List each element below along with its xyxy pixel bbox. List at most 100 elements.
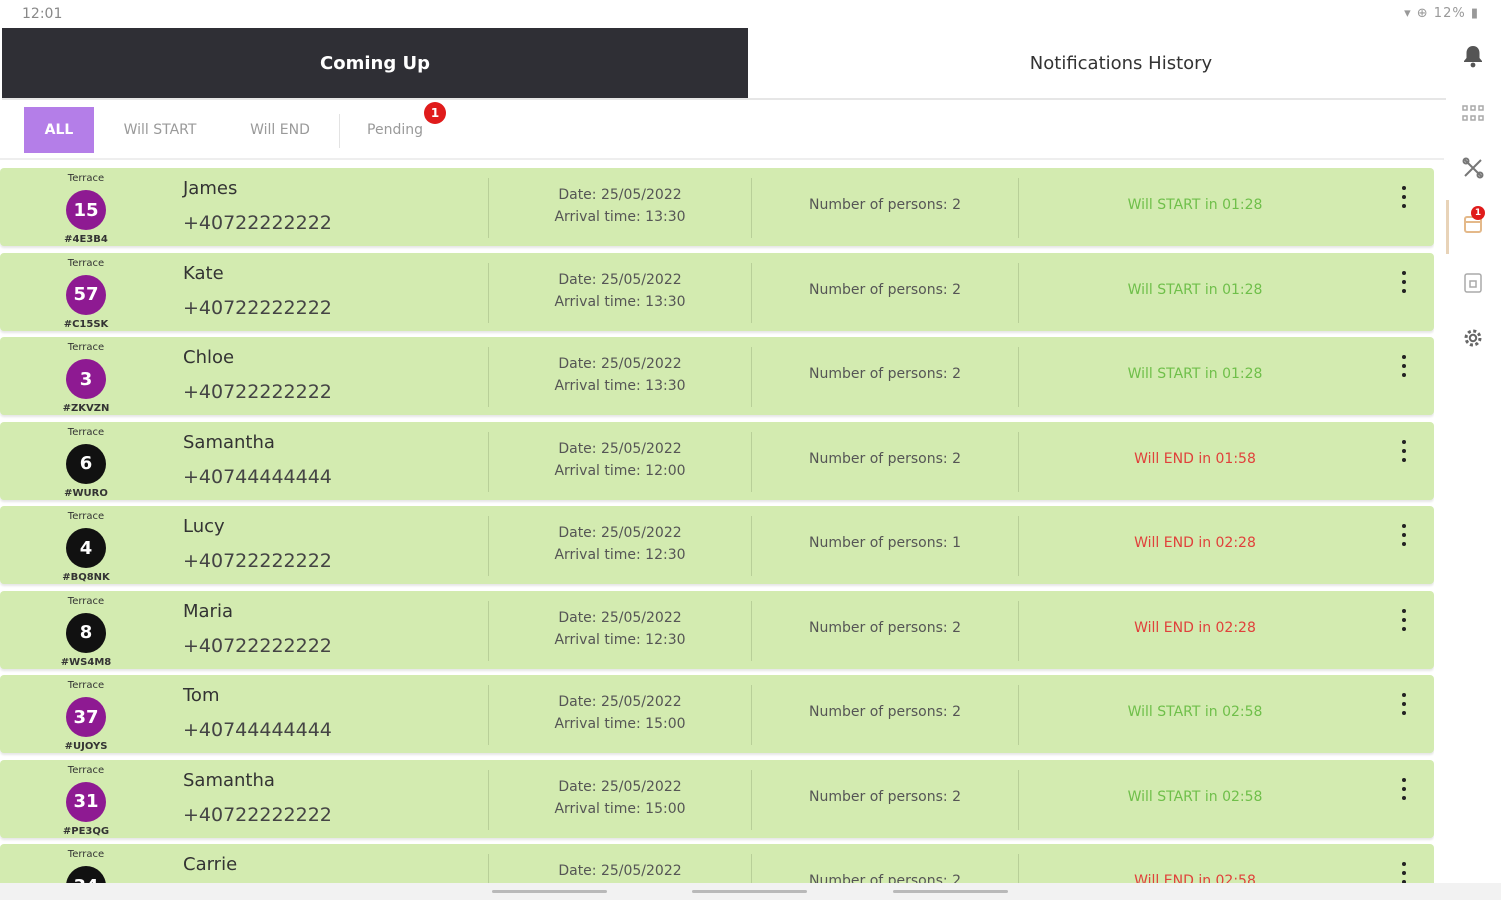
guest-phone: +40722222222 xyxy=(183,550,332,572)
table-number-badge: 37 xyxy=(66,697,106,737)
settings-icon[interactable] xyxy=(1459,324,1487,352)
reservation-date: Date: 25/05/2022 xyxy=(558,778,682,795)
table-number-badge: 34 xyxy=(66,866,106,883)
reservation-row[interactable]: Terrace 34 Carrie Date: 25/05/2022 Number of… xyxy=(0,844,1434,883)
arrival-time: Arrival time: 13:30 xyxy=(554,378,686,394)
more-options-icon[interactable] xyxy=(1392,520,1416,550)
status-bar: 12:01 ▾ ⊕ 12% ▮ xyxy=(0,0,1501,28)
guest-phone: +40722222222 xyxy=(183,212,332,234)
arrival-time: Arrival time: 12:00 xyxy=(554,462,686,479)
status-indicators: ▾ ⊕ 12% ▮ xyxy=(1404,6,1479,21)
filter-all[interactable]: ALL xyxy=(24,107,94,153)
table-number-badge: 6 xyxy=(66,443,106,484)
persons-count: Number of persons: 2 xyxy=(809,366,961,382)
guest-name: Chloe xyxy=(183,347,235,368)
more-options-icon[interactable] xyxy=(1392,605,1416,635)
nav-pill-left[interactable] xyxy=(492,890,607,893)
guest-phone: +40744444444 xyxy=(183,465,332,488)
reservation-code: #C15SK xyxy=(63,318,109,330)
reservation-row[interactable]: Terrace 6 #WURO Samantha +40744444444 Date: 2… xyxy=(0,421,1434,500)
bell-icon[interactable] xyxy=(1459,42,1487,70)
reservation-row[interactable]: Terrace 57 #C15SK Kate +40722222222 Date: 25/… xyxy=(0,252,1434,331)
arrival-time: Arrival time: 13:30 xyxy=(554,209,686,225)
table-number-badge: 3 xyxy=(66,359,106,399)
guest-name: Lucy xyxy=(183,516,225,537)
nav-pill-center[interactable] xyxy=(692,890,807,893)
status-countdown: Will END in 01:58 xyxy=(1134,450,1256,467)
floor-plan-icon[interactable] xyxy=(1459,100,1487,128)
persons-count: Number of persons: 1 xyxy=(809,535,961,551)
status-countdown: Will END in 02:28 xyxy=(1134,619,1256,636)
table-number-badge: 31 xyxy=(66,781,106,822)
reservation-code: #ZKVZN xyxy=(62,403,110,414)
persons-count: Number of persons: 2 xyxy=(809,450,961,467)
tab-coming-up[interactable]: Coming Up xyxy=(2,28,748,98)
persons-count: Number of persons: 2 xyxy=(809,197,961,213)
filter-will-start[interactable]: Will START xyxy=(104,107,216,153)
status-countdown: Will START in 01:28 xyxy=(1127,366,1263,382)
table-number-badge: 15 xyxy=(66,190,106,230)
reservation-code: #WURO xyxy=(64,487,108,499)
status-countdown: Will START in 02:58 xyxy=(1127,788,1263,805)
system-nav-bar xyxy=(0,883,1501,900)
filter-bar: ALL Will START Will END Pending xyxy=(0,100,1444,160)
table-number-badge: 57 xyxy=(66,274,106,315)
reservation-row[interactable]: Terrace 4 #BQ8NK Lucy +40722222222 Date: 25/0… xyxy=(0,506,1434,584)
reservation-row[interactable]: Terrace 8 #WS4M8 Maria +40722222222 Date: 25/… xyxy=(0,590,1434,669)
nav-pill-right[interactable] xyxy=(893,890,1008,893)
table-area-label: Terrace xyxy=(67,426,105,438)
more-options-icon[interactable] xyxy=(1392,267,1416,297)
pending-count-badge: 1 xyxy=(424,102,446,124)
reservation-date: Date: 25/05/2022 xyxy=(558,863,682,879)
guest-name: Samantha xyxy=(183,431,275,453)
more-options-icon[interactable] xyxy=(1392,436,1416,466)
reservation-date: Date: 25/05/2022 xyxy=(558,271,682,288)
guest-name: Carrie xyxy=(183,854,238,875)
reservation-date: Date: 25/05/2022 xyxy=(558,440,682,457)
reservation-row[interactable]: Terrace 15 #4E3B4 James +40722222222 Date: 25… xyxy=(0,168,1434,246)
reservation-list[interactable]: Terrace 15 #4E3B4 James +40722222222 Date: 25… xyxy=(0,166,1434,883)
table-area-label: Terrace xyxy=(67,173,105,184)
tab-notifications-history[interactable]: Notifications History xyxy=(748,28,1494,98)
reservation-row[interactable]: Terrace 3 #ZKVZN Chloe +40722222222 Date: 25/… xyxy=(0,337,1434,415)
right-sidebar: 1 xyxy=(1446,28,1501,883)
reservation-row[interactable]: Terrace 37 #UJOYS Tom +40744444444 Date: 25/0… xyxy=(0,675,1434,753)
table-area-label: Terrace xyxy=(67,511,105,522)
more-options-icon[interactable] xyxy=(1392,689,1416,719)
arrival-time: Arrival time: 15:00 xyxy=(554,716,686,732)
table-area-label: Terrace xyxy=(67,257,105,269)
more-options-icon[interactable] xyxy=(1392,351,1416,381)
top-tabs: Coming Up Notifications History xyxy=(2,28,1494,100)
reservations-badge: 1 xyxy=(1471,206,1485,220)
guest-name: Kate xyxy=(183,262,224,284)
calendar-icon[interactable] xyxy=(1459,268,1487,296)
guest-phone: +40722222222 xyxy=(183,296,332,319)
more-options-icon[interactable] xyxy=(1392,858,1416,883)
reservation-code: #UJOYS xyxy=(64,741,108,752)
tools-icon[interactable] xyxy=(1459,154,1487,182)
persons-count: Number of persons: 2 xyxy=(809,704,961,720)
reservation-date: Date: 25/05/2022 xyxy=(558,609,682,626)
table-area-label: Terrace xyxy=(67,680,105,691)
guest-name: James xyxy=(183,178,238,199)
table-area-label: Terrace xyxy=(67,849,105,860)
table-area-label: Terrace xyxy=(67,764,105,776)
arrival-time: Arrival time: 12:30 xyxy=(554,631,686,648)
persons-count: Number of persons: 2 xyxy=(809,873,961,883)
persons-count: Number of persons: 2 xyxy=(809,281,961,298)
filter-will-end[interactable]: Will END xyxy=(232,107,328,153)
persons-count: Number of persons: 2 xyxy=(809,788,961,805)
guest-phone: +40744444444 xyxy=(183,719,332,741)
reservation-row[interactable]: Terrace 31 #PE3QG Samantha +40722222222 Date:… xyxy=(0,759,1434,838)
reservation-code: #WS4M8 xyxy=(60,656,112,668)
status-countdown: Will END in 02:58 xyxy=(1134,873,1256,883)
table-number-badge: 4 xyxy=(66,528,106,568)
status-countdown: Will END in 02:28 xyxy=(1134,535,1256,551)
guest-name: Tom xyxy=(183,685,220,706)
status-time: 12:01 xyxy=(22,6,63,22)
more-options-icon[interactable] xyxy=(1392,774,1416,804)
arrival-time: Arrival time: 12:30 xyxy=(554,547,686,563)
guest-phone: +40722222222 xyxy=(183,381,332,403)
status-countdown: Will START in 02:58 xyxy=(1127,704,1263,720)
more-options-icon[interactable] xyxy=(1392,182,1416,212)
